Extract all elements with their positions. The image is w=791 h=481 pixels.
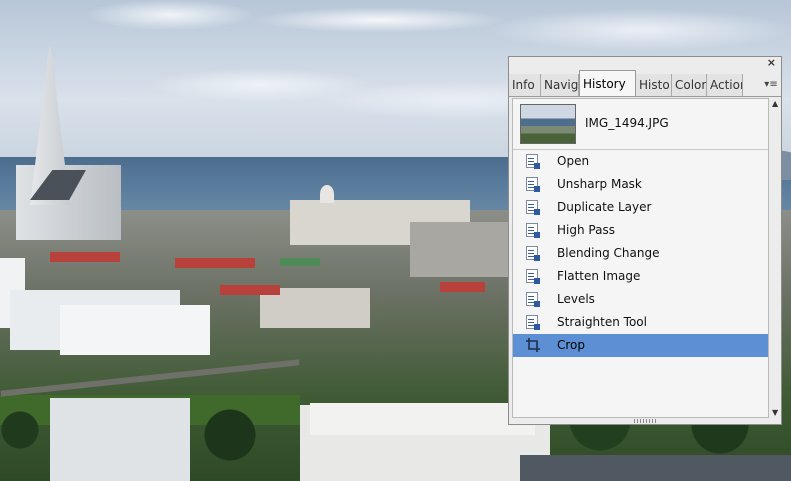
history-step-label: Blending Change	[557, 246, 660, 260]
tab-navigator[interactable]: Navig	[541, 74, 579, 96]
history-step-high-pass[interactable]: High Pass	[513, 219, 768, 242]
history-step-straighten-tool[interactable]: Straighten Tool	[513, 311, 768, 334]
red-roof	[175, 258, 255, 268]
red-roof	[220, 285, 280, 295]
snapshot-thumbnail	[520, 104, 576, 144]
close-icon[interactable]: ×	[767, 56, 776, 69]
building	[520, 455, 791, 481]
history-step-label: Duplicate Layer	[557, 200, 652, 214]
history-state-icon	[526, 246, 540, 261]
scroll-up-icon[interactable]: ▲	[772, 99, 778, 108]
snapshot-name: IMG_1494.JPG	[585, 116, 669, 130]
building	[50, 398, 190, 481]
history-step-duplicate-layer[interactable]: Duplicate Layer	[513, 196, 768, 219]
building	[410, 222, 510, 277]
history-step-label: High Pass	[557, 223, 615, 237]
history-step-crop[interactable]: Crop	[513, 334, 768, 357]
history-step-label: Open	[557, 154, 590, 168]
history-state-icon	[526, 223, 540, 238]
crop-icon	[526, 338, 540, 352]
tab-info[interactable]: Info	[509, 74, 541, 96]
resize-grip-icon[interactable]	[634, 419, 656, 423]
history-step-label: Unsharp Mask	[557, 177, 642, 191]
building	[60, 305, 210, 355]
history-state-icon	[526, 177, 540, 192]
history-step-open[interactable]: Open	[513, 150, 768, 173]
tab-color[interactable]: Color	[672, 74, 707, 96]
history-step-blending-change[interactable]: Blending Change	[513, 242, 768, 265]
scroll-down-icon[interactable]: ▼	[772, 408, 778, 417]
tab-actions[interactable]: Action	[707, 74, 743, 96]
history-list: IMG_1494.JPG Open Unsharp Mask Duplicate…	[512, 98, 769, 418]
red-roof	[440, 282, 485, 292]
history-step-label: Flatten Image	[557, 269, 641, 283]
history-panel: × Info Navig History Histo Color Action …	[508, 56, 782, 425]
history-state-icon	[526, 269, 540, 284]
vertical-scrollbar[interactable]: ▲ ▼	[770, 98, 781, 418]
history-step-levels[interactable]: Levels	[513, 288, 768, 311]
building-roof	[310, 403, 535, 435]
panel-tabs: Info Navig History Histo Color Action ▾≡	[509, 70, 781, 97]
building-tower	[320, 185, 334, 203]
history-state-icon	[526, 154, 540, 169]
tab-histogram[interactable]: Histo	[636, 74, 672, 96]
history-step-label: Straighten Tool	[557, 315, 647, 329]
red-roof	[50, 252, 120, 262]
history-step-unsharp-mask[interactable]: Unsharp Mask	[513, 173, 768, 196]
history-step-flatten-image[interactable]: Flatten Image	[513, 265, 768, 288]
history-step-label: Crop	[557, 338, 586, 352]
tab-history[interactable]: History	[579, 70, 636, 96]
history-state-icon	[526, 292, 540, 307]
panel-menu-icon[interactable]: ▾≡	[761, 74, 781, 96]
history-step-label: Levels	[557, 292, 595, 306]
green-roof	[280, 258, 320, 266]
history-state-icon	[526, 200, 540, 215]
history-state-icon	[526, 315, 540, 330]
panel-titlebar[interactable]: ×	[509, 56, 781, 69]
history-snapshot[interactable]: IMG_1494.JPG	[513, 99, 768, 150]
